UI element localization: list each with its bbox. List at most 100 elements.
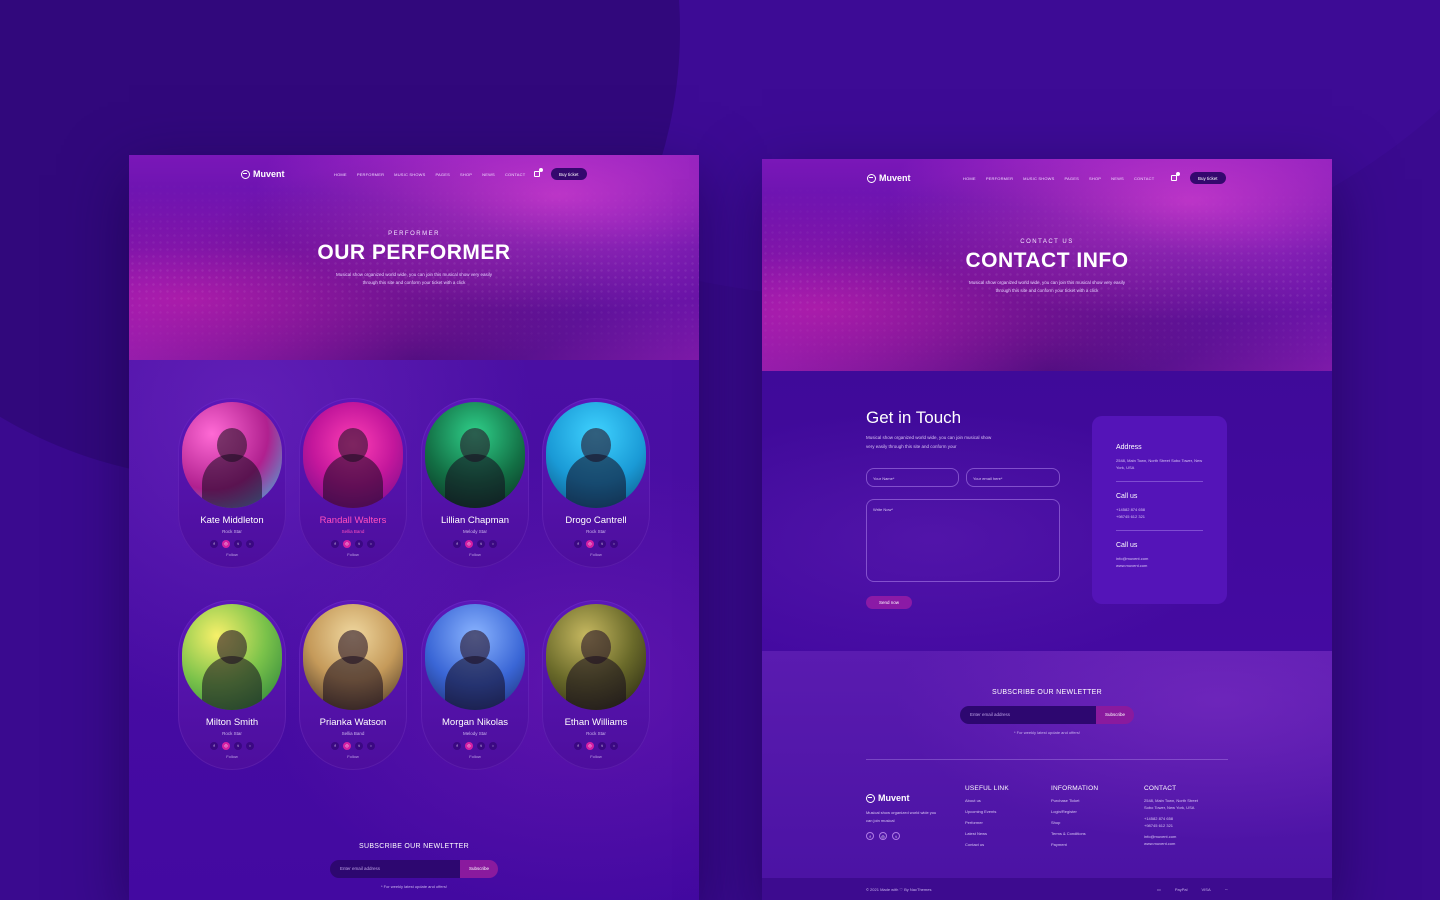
performer-card[interactable]: Milton Smith Rock Star f ◎ t ◌ Follow: [178, 600, 286, 770]
footer-link[interactable]: Performer: [965, 821, 1009, 825]
instagram-icon[interactable]: ◎: [222, 742, 230, 750]
footer-link[interactable]: Upcoming Events: [965, 810, 1009, 814]
cart-icon[interactable]: [534, 168, 543, 177]
footer-link[interactable]: Purchase Ticket: [1051, 799, 1098, 803]
performer-card[interactable]: Ethan Williams Rock Star f ◎ t ◌ Follow: [542, 600, 650, 770]
instagram-icon[interactable]: ◎: [879, 832, 887, 840]
twitter-icon[interactable]: t: [355, 540, 363, 548]
footer-link[interactable]: Login/Register: [1051, 810, 1098, 814]
twitter-icon[interactable]: t: [234, 540, 242, 548]
whatsapp-icon[interactable]: ◌: [489, 742, 497, 750]
nav-news[interactable]: NEWS: [482, 172, 495, 177]
performer-card[interactable]: Prianka Watson Sellia Band f ◎ t ◌ Follo…: [299, 600, 407, 770]
performer-name[interactable]: Milton Smith: [178, 717, 286, 728]
whatsapp-icon[interactable]: ◌: [367, 540, 375, 548]
message-field[interactable]: Write Now*: [866, 499, 1060, 582]
twitter-icon[interactable]: t: [477, 540, 485, 548]
newsletter-email-input[interactable]: Enter email address: [960, 706, 1096, 724]
nav-performer[interactable]: PERFORMER: [986, 176, 1013, 181]
twitter-icon[interactable]: t: [234, 742, 242, 750]
performer-card[interactable]: Randall Walters Sellia Band f ◎ t ◌ Foll…: [299, 398, 407, 568]
buy-ticket-button[interactable]: Buy ticket: [1190, 172, 1226, 184]
nav-pages[interactable]: PAGES: [1064, 176, 1079, 181]
buy-ticket-button[interactable]: Buy ticket: [551, 168, 587, 180]
facebook-icon[interactable]: f: [453, 742, 461, 750]
brand-logo[interactable]: Muvent: [241, 169, 285, 179]
footer-logo[interactable]: Muvent: [866, 793, 941, 803]
twitter-icon[interactable]: t: [598, 540, 606, 548]
name-field[interactable]: Your Name*: [866, 468, 959, 487]
instagram-icon[interactable]: ◎: [586, 742, 594, 750]
twitter-icon[interactable]: t: [477, 742, 485, 750]
instagram-icon[interactable]: ◎: [465, 540, 473, 548]
instagram-icon[interactable]: ◎: [465, 742, 473, 750]
nav-music-shows[interactable]: MUSIC SHOWS: [1023, 176, 1054, 181]
facebook-icon[interactable]: f: [210, 742, 218, 750]
nav-performer[interactable]: PERFORMER: [357, 172, 384, 177]
whatsapp-icon[interactable]: ◌: [367, 742, 375, 750]
nav-music-shows[interactable]: MUSIC SHOWS: [394, 172, 425, 177]
facebook-icon[interactable]: f: [574, 742, 582, 750]
performer-name[interactable]: Ethan Williams: [542, 717, 650, 728]
performer-card[interactable]: Drogo Cantrell Rock Star f ◎ t ◌ Follow: [542, 398, 650, 568]
whatsapp-icon[interactable]: ◌: [610, 540, 618, 548]
footer-link[interactable]: Payment: [1051, 843, 1098, 847]
send-now-button[interactable]: Send now: [866, 596, 912, 609]
nav-home[interactable]: HOME: [963, 176, 976, 181]
footer-link[interactable]: Contact us: [965, 843, 1009, 847]
instagram-icon[interactable]: ◎: [222, 540, 230, 548]
footer-link[interactable]: Shop: [1051, 821, 1098, 825]
facebook-icon[interactable]: f: [331, 540, 339, 548]
instagram-icon[interactable]: ◎: [343, 540, 351, 548]
twitter-icon[interactable]: t: [598, 742, 606, 750]
contact-line: Sobo Tower, New York, USA: [1144, 805, 1195, 810]
nav-news[interactable]: NEWS: [1111, 176, 1124, 181]
instagram-icon[interactable]: ◎: [343, 742, 351, 750]
follow-label: Follow: [347, 552, 359, 557]
contact-line: www.muvent.com: [1144, 841, 1176, 846]
nav-contact[interactable]: CONTACT: [505, 172, 525, 177]
performer-role: Melody Star: [462, 529, 487, 534]
newsletter-email-input[interactable]: Enter email address: [330, 860, 460, 878]
performer-card[interactable]: Kate Middleton Rock Star f ◎ t ◌ Follow: [178, 398, 286, 568]
performer-name[interactable]: Kate Middleton: [178, 515, 286, 526]
footer-link[interactable]: Terms & Conditions: [1051, 832, 1098, 836]
instagram-icon[interactable]: ◎: [586, 540, 594, 548]
performer-name[interactable]: Drogo Cantrell: [542, 515, 650, 526]
performer-name[interactable]: Lillian Chapman: [421, 515, 529, 526]
follow-label: Follow: [590, 754, 602, 759]
facebook-icon[interactable]: f: [331, 742, 339, 750]
footer-link[interactable]: Latest News: [965, 832, 1009, 836]
facebook-icon[interactable]: f: [574, 540, 582, 548]
whatsapp-icon[interactable]: ◌: [489, 540, 497, 548]
footer-link[interactable]: About us: [965, 799, 1009, 803]
nav-pages[interactable]: PAGES: [435, 172, 450, 177]
performer-name[interactable]: Prianka Watson: [299, 717, 407, 728]
contact-line: 2548, Main Town, North Street: [1144, 798, 1198, 803]
subscribe-button[interactable]: Subscribe: [1096, 706, 1134, 724]
performer-name[interactable]: Randall Walters: [299, 515, 407, 526]
performer-card[interactable]: Lillian Chapman Melody Star f ◎ t ◌ Foll…: [421, 398, 529, 568]
twitter-icon[interactable]: t: [892, 832, 900, 840]
contact-title: CONTACT: [1144, 785, 1177, 792]
useful-links-column: USEFUL LINK About us Upcoming Events Per…: [965, 785, 1009, 847]
performer-name[interactable]: Morgan Nikolas: [421, 717, 529, 728]
email-field[interactable]: Your email here*: [966, 468, 1060, 487]
performer-photo: [303, 604, 403, 710]
follow-label: Follow: [347, 754, 359, 759]
whatsapp-icon[interactable]: ◌: [610, 742, 618, 750]
whatsapp-icon[interactable]: ◌: [246, 540, 254, 548]
nav-shop[interactable]: SHOP: [1089, 176, 1101, 181]
nav-contact[interactable]: CONTACT: [1134, 176, 1154, 181]
twitter-icon[interactable]: t: [355, 742, 363, 750]
facebook-icon[interactable]: f: [210, 540, 218, 548]
nav-shop[interactable]: SHOP: [460, 172, 472, 177]
subscribe-button[interactable]: Subscribe: [460, 860, 498, 878]
facebook-icon[interactable]: f: [866, 832, 874, 840]
nav-home[interactable]: HOME: [334, 172, 347, 177]
brand-logo[interactable]: Muvent: [867, 173, 911, 183]
facebook-icon[interactable]: f: [453, 540, 461, 548]
cart-icon[interactable]: [1171, 172, 1180, 181]
whatsapp-icon[interactable]: ◌: [246, 742, 254, 750]
performer-card[interactable]: Morgan Nikolas Melody Star f ◎ t ◌ Follo…: [421, 600, 529, 770]
